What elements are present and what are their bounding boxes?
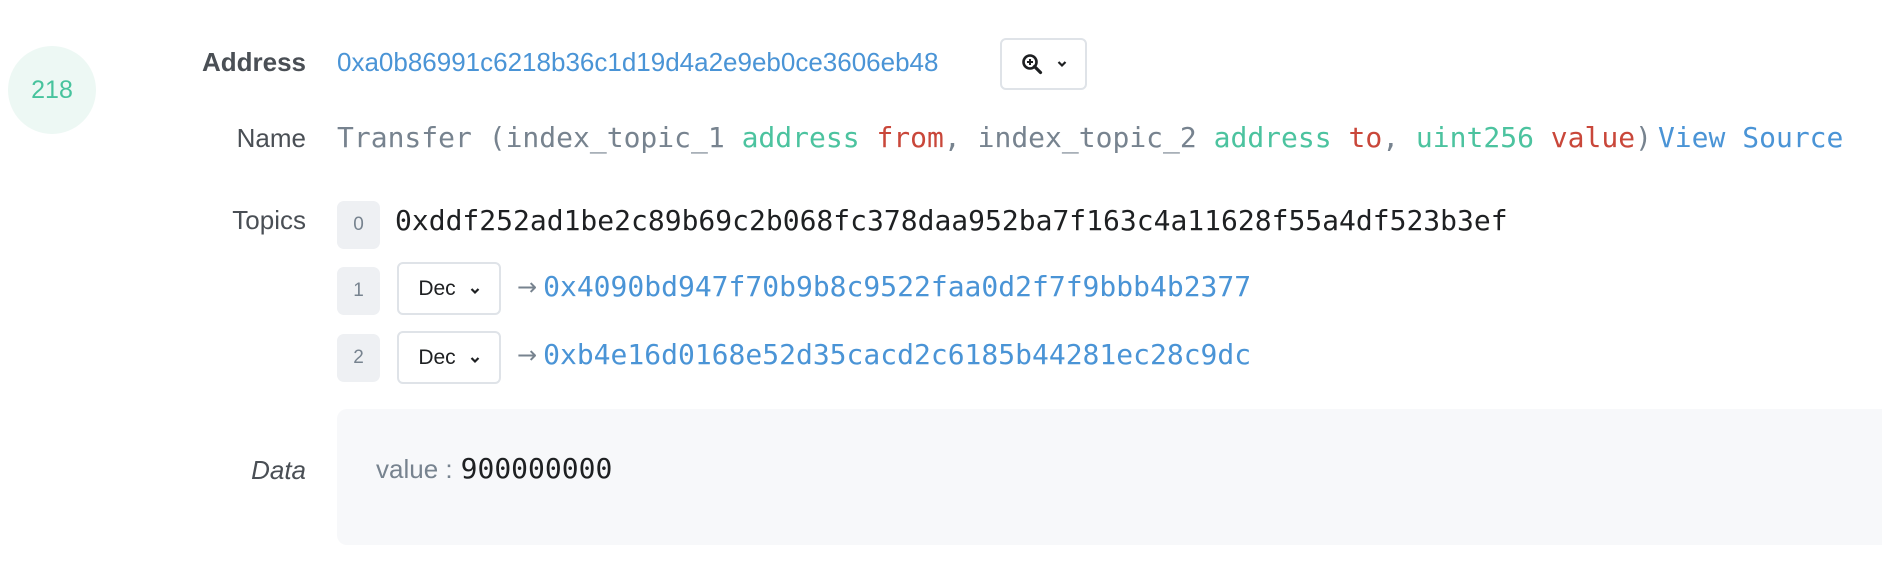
log-index-badge: 218 — [8, 46, 96, 134]
topic-1-row: → 0x4090bd947f70b9b8c9522faa0d2f7f9bbb4b… — [517, 270, 1251, 303]
data-field: value : 900000000 — [376, 452, 612, 485]
data-label: Data — [251, 455, 306, 485]
address-zoom-dropdown-button[interactable] — [1000, 38, 1087, 90]
view-source-link[interactable]: View Source — [1658, 121, 1843, 154]
signature-token: , index_topic_2 — [943, 121, 1214, 154]
signature-token: address — [741, 121, 860, 154]
contract-address-link[interactable]: 0xa0b86991c6218b36c1d19d4a2e9eb0ce3606eb… — [337, 47, 938, 78]
signature-token: value — [1533, 121, 1636, 154]
topic-2-row: → 0xb4e16d0168e52d35cacd2c6185b44281ec28… — [517, 338, 1251, 371]
topic-index-badge: 2 — [337, 334, 380, 382]
topic-2-format-dropdown[interactable]: Dec — [397, 331, 501, 384]
signature-token: from — [859, 121, 944, 154]
event-signature: Transfer (index_topic_1 address from, in… — [337, 121, 1843, 154]
topic-index-badge: 0 — [337, 201, 380, 249]
arrow-right-icon: → — [517, 340, 538, 369]
chevron-down-icon — [470, 277, 480, 301]
chevron-down-icon — [470, 346, 480, 370]
format-selected-value: Dec — [418, 276, 456, 300]
log-index-number: 218 — [31, 75, 73, 104]
zoom-in-icon — [1021, 53, 1043, 75]
data-field-key: value : — [376, 454, 453, 484]
topic-0-value: 0xddf252ad1be2c89b69c2b068fc378daa952ba7… — [395, 204, 1508, 237]
signature-token: Transfer (index_topic_1 — [337, 121, 742, 154]
name-label: Name — [236, 123, 306, 153]
signature-token: address — [1213, 121, 1332, 154]
signature-token: ) — [1635, 121, 1652, 154]
chevron-down-icon — [1057, 60, 1067, 68]
address-label: Address — [201, 47, 306, 77]
signature-token: uint256 — [1415, 121, 1534, 154]
topic-1-address-link[interactable]: 0x4090bd947f70b9b8c9522faa0d2f7f9bbb4b23… — [543, 270, 1251, 303]
topics-label: Topics — [232, 205, 306, 235]
data-field-value: 900000000 — [460, 452, 613, 485]
signature-token: to — [1331, 121, 1383, 154]
topic-2-address-link[interactable]: 0xb4e16d0168e52d35cacd2c6185b44281ec28c9… — [543, 338, 1251, 371]
topic-1-format-dropdown[interactable]: Dec — [397, 262, 501, 315]
topic-index-badge: 1 — [337, 267, 380, 315]
arrow-right-icon: → — [517, 272, 538, 301]
signature-token: , — [1382, 121, 1416, 154]
format-selected-value: Dec — [418, 345, 456, 369]
